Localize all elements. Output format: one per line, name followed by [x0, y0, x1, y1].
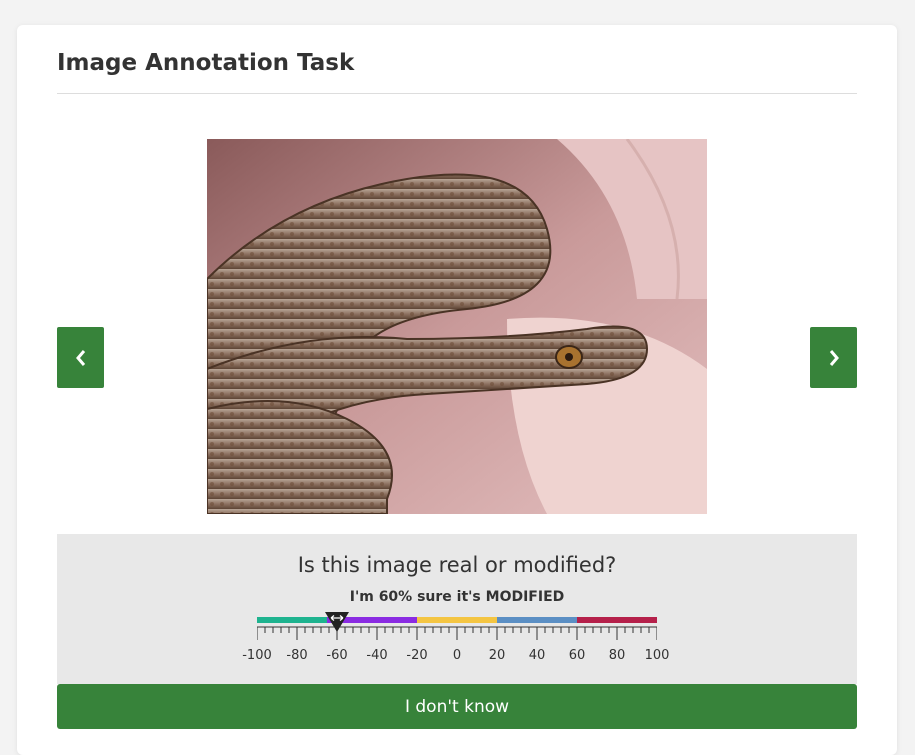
dont-know-button[interactable]: I don't know — [57, 684, 857, 729]
chevron-left-icon — [75, 349, 85, 366]
slider-handle[interactable] — [325, 612, 349, 632]
slider-tick-label: 80 — [608, 648, 626, 663]
page-title: Image Annotation Task — [57, 50, 355, 76]
annotation-image — [207, 139, 707, 514]
slider-segment — [577, 617, 657, 623]
confidence-status: I'm 60% sure it's MODIFIED — [349, 589, 565, 605]
next-image-button[interactable] — [810, 327, 857, 388]
annotation-card: Image Annotation Task Is this image real… — [17, 25, 897, 755]
slider-segment — [497, 617, 577, 623]
slider-tick-label: -40 — [366, 648, 388, 663]
confidence-slider[interactable]: -100 -80 -60 -40 -20 0 20 40 60 80 100 — [242, 612, 669, 674]
slider-tick-label: -100 — [242, 648, 272, 663]
slider-tick-label: -80 — [286, 648, 308, 663]
annotation-panel: Is this image real or modified? I'm 60% … — [57, 534, 857, 684]
slider-ticks — [257, 626, 657, 640]
chevron-right-icon — [829, 349, 839, 366]
slider-tick-label: -20 — [406, 648, 428, 663]
title-divider — [57, 93, 857, 94]
slider-tick-label: -60 — [326, 648, 348, 663]
snake-photo — [207, 139, 707, 514]
slider-tick-label: 60 — [568, 648, 586, 663]
slider-tick-label: 40 — [528, 648, 546, 663]
question-text: Is this image real or modified? — [297, 553, 617, 577]
slider-tick-label: 20 — [488, 648, 506, 663]
drag-handle-icon — [325, 612, 349, 632]
slider-segment — [257, 617, 327, 623]
slider-tick-label: 0 — [452, 648, 462, 663]
previous-image-button[interactable] — [57, 327, 104, 388]
slider-tick-label: 100 — [644, 648, 670, 663]
slider-segment — [417, 617, 497, 623]
